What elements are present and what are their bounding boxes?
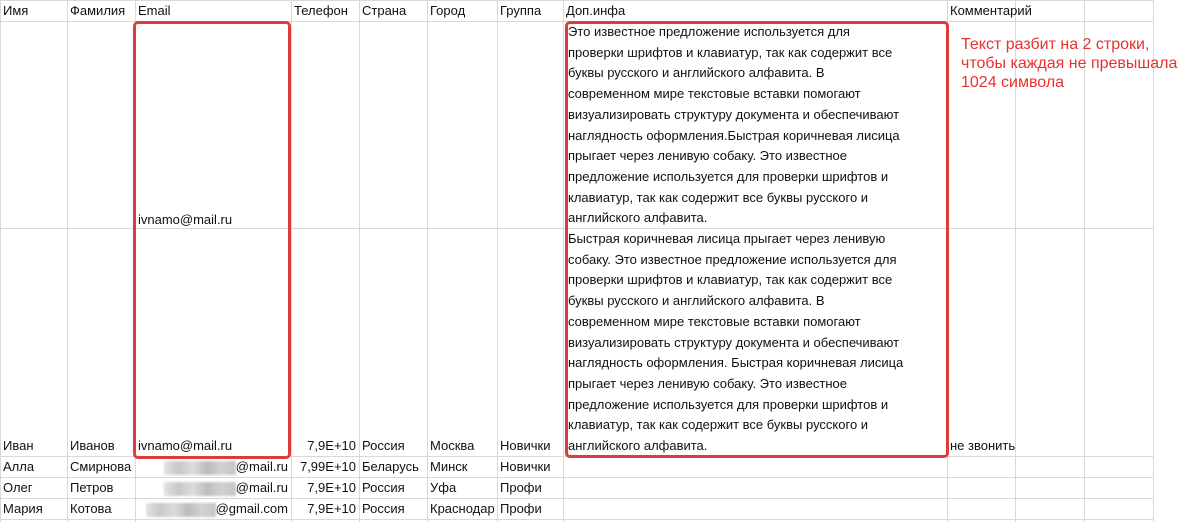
row-divider [0, 519, 1153, 520]
row-divider [0, 498, 1153, 499]
email-domain: @gmail.com [215, 501, 288, 516]
name-cell[interactable]: Иван [3, 438, 64, 454]
blurred-text [163, 481, 236, 496]
city-cell[interactable]: Краснодар [430, 501, 494, 517]
comment-cell[interactable]: не звонить [950, 438, 1144, 454]
column-divider [0, 0, 1, 522]
phone-cell[interactable]: 7,99E+10 [294, 459, 356, 475]
column-divider [291, 0, 292, 522]
group-cell[interactable]: Новички [500, 459, 560, 475]
country-cell[interactable]: Россия [362, 501, 424, 517]
blurred-text [145, 502, 216, 517]
column-header[interactable]: Страна [362, 3, 424, 19]
surname-cell[interactable]: Котова [70, 501, 132, 517]
column-header[interactable]: Фамилия [70, 3, 132, 19]
phone-cell[interactable]: 7,9E+10 [294, 438, 356, 454]
group-cell[interactable]: Профи [500, 501, 560, 517]
column-header[interactable]: Имя [3, 3, 64, 19]
country-cell[interactable]: Россия [362, 480, 424, 496]
column-divider [497, 0, 498, 522]
email-domain: @mail.ru [235, 480, 288, 495]
city-cell[interactable]: Москва [430, 438, 494, 454]
column-header[interactable]: Доп.инфа [566, 3, 944, 19]
column-header[interactable]: Телефон [294, 3, 356, 19]
column-divider [67, 0, 68, 522]
blurred-text [163, 460, 236, 475]
row-divider [0, 477, 1153, 478]
spreadsheet: Имя Фамилия Email Телефон Страна Город Группа Д… [0, 0, 1200, 522]
group-cell[interactable]: Профи [500, 480, 560, 496]
email-cell[interactable]: @mail.ru [138, 459, 288, 475]
email-domain: @mail.ru [235, 459, 288, 474]
country-cell[interactable]: Беларусь [362, 459, 424, 475]
email-highlight-box [133, 21, 291, 459]
column-header[interactable]: Email [138, 3, 288, 19]
country-cell[interactable]: Россия [362, 438, 424, 454]
annotation-line: чтобы каждая не превышала [961, 55, 1178, 72]
surname-cell[interactable]: Петров [70, 480, 132, 496]
annotation-note: Текст разбит на 2 строки, чтобы каждая н… [961, 35, 1177, 92]
name-cell[interactable]: Алла [3, 459, 64, 475]
column-divider [359, 0, 360, 522]
phone-cell[interactable]: 7,9E+10 [294, 501, 356, 517]
info-highlight-box [565, 21, 949, 458]
city-cell[interactable]: Уфа [430, 480, 494, 496]
column-header[interactable]: Комментарий [950, 3, 1032, 19]
column-divider [427, 0, 428, 522]
row-divider [0, 0, 1153, 1]
email-cell[interactable]: @mail.ru [138, 480, 288, 496]
column-header[interactable]: Группа [500, 3, 560, 19]
phone-cell[interactable]: 7,9E+10 [294, 480, 356, 496]
surname-cell[interactable]: Смирнова [70, 459, 132, 475]
surname-cell[interactable]: Иванов [70, 438, 132, 454]
column-divider [563, 0, 564, 522]
name-cell[interactable]: Олег [3, 480, 64, 496]
annotation-line: 1024 символа [961, 74, 1065, 91]
annotation-line: Текст разбит на 2 строки, [961, 36, 1150, 53]
name-cell[interactable]: Мария [3, 501, 64, 517]
city-cell[interactable]: Минск [430, 459, 494, 475]
email-cell[interactable]: @gmail.com [138, 501, 288, 517]
group-cell[interactable]: Новички [500, 438, 560, 454]
column-header[interactable]: Город [430, 3, 494, 19]
